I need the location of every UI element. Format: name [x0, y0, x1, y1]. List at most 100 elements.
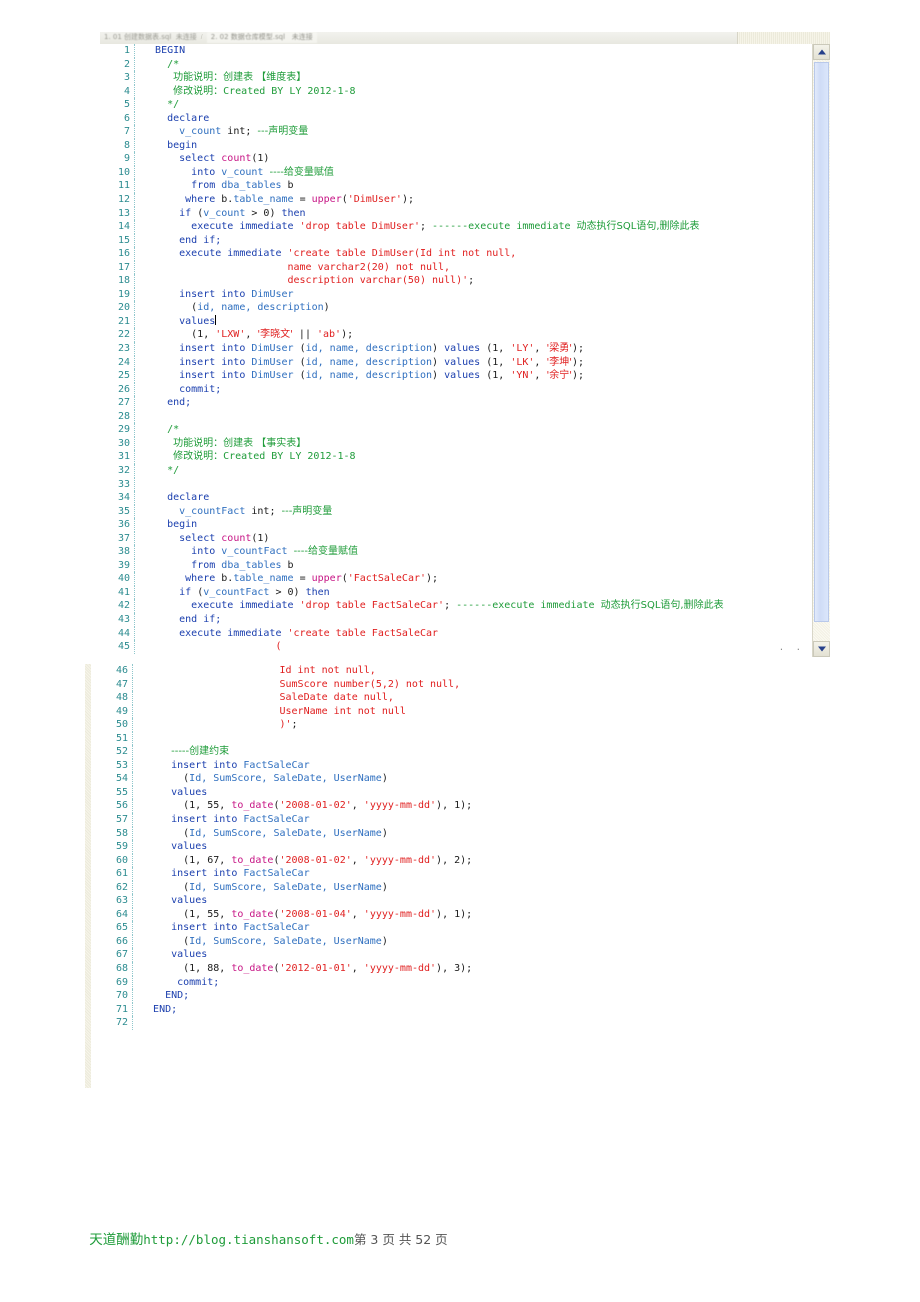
code-line[interactable]: 37 select count(1) — [100, 531, 812, 546]
code-line[interactable]: 57 insert into FactSaleCar — [94, 813, 472, 827]
code-line[interactable]: 34 declare — [100, 491, 812, 505]
code-line[interactable]: 50 )'; — [94, 718, 472, 732]
code-line[interactable]: 19 insert into DimUser — [100, 287, 812, 302]
code-line[interactable]: 3 功能说明：创建表 【维度表】 — [100, 71, 812, 85]
code-line[interactable]: 72 — [94, 1016, 472, 1030]
code-line[interactable]: 31 修改说明：Created BY LY 2012-1-8 — [100, 450, 812, 464]
code-line[interactable]: 44 execute immediate 'create table FactS… — [100, 626, 812, 641]
code-line[interactable]: 64 (1, 55, to_date('2008-01-04', 'yyyy-m… — [94, 907, 472, 922]
code-line[interactable]: 13 if (v_count > 0) then — [100, 206, 812, 221]
code-line[interactable]: 21 values — [100, 314, 812, 329]
line-number: 41 — [100, 585, 135, 600]
line-number: 22 — [100, 328, 135, 343]
code-line[interactable]: 40 where b.table_name = upper('FactSaleC… — [100, 572, 812, 586]
scrollbar-thumb[interactable] — [814, 62, 829, 622]
code-line[interactable]: 2 /* — [100, 57, 812, 72]
code-line[interactable]: 51 — [94, 731, 472, 746]
editor-tab-2[interactable]: 2. 02 数据仓库模型.sql 未连接 — [206, 32, 317, 43]
scroll-up-arrow-icon[interactable] — [813, 44, 830, 60]
editor-tab-1[interactable]: 1. 01 创建数据表.sql 未连接 — [100, 32, 201, 43]
code-line[interactable]: 58 (Id, SumScore, SaleDate, UserName) — [94, 826, 472, 841]
code-line[interactable]: 27 end; — [100, 396, 812, 410]
code-line[interactable]: 36 begin — [100, 518, 812, 532]
code-line[interactable]: 15 end if; — [100, 233, 812, 248]
code-line[interactable]: 25 insert into DimUser (id, name, descri… — [100, 369, 812, 383]
code-line[interactable]: 6 declare — [100, 111, 812, 126]
code-line[interactable]: 10 into v_count ----给变量赋值 — [100, 165, 812, 180]
code-line[interactable]: 18 description varchar(50) null)'; — [100, 274, 812, 288]
code-line[interactable]: 20 (id, name, description) — [100, 301, 812, 315]
code-line[interactable]: 11 from dba_tables b — [100, 179, 812, 194]
code-line[interactable]: 17 name varchar2(20) not null, — [100, 260, 812, 275]
code-line[interactable]: 5 */ — [100, 98, 812, 112]
code-line[interactable]: 33 — [100, 477, 812, 492]
code-token: , — [351, 963, 364, 975]
code-line[interactable]: 65 insert into FactSaleCar — [94, 921, 472, 935]
code-line[interactable]: 68 (1, 88, to_date('2012-01-01', 'yyyy-m… — [94, 962, 472, 976]
code-view-top[interactable]: 1 BEGIN 2 /* 3 功能说明：创建表 【维度表】 4 修改说明：Create… — [100, 44, 812, 657]
code-line[interactable]: 52 -----创建约束 — [94, 745, 472, 759]
code-line[interactable]: 12 where b.table_name = upper('DimUser')… — [100, 193, 812, 207]
code-line[interactable]: 38 into v_countFact ----给变量赋值 — [100, 545, 812, 559]
code-line[interactable]: 35 v_countFact int; ---声明变量 — [100, 504, 812, 519]
code-token: from — [191, 559, 216, 571]
code-line[interactable]: 16 execute immediate 'create table DimUs… — [100, 247, 812, 261]
scroll-down-arrow-icon[interactable] — [813, 641, 830, 657]
code-token: ---声明变量 — [281, 505, 333, 517]
code-line[interactable]: 46 Id int not null, — [94, 664, 472, 678]
code-line[interactable]: 4 修改说明：Created BY LY 2012-1-8 — [100, 84, 812, 99]
code-line[interactable]: 29 /* — [100, 423, 812, 437]
code-token: 功能说明：创建表 【事实表】 — [173, 437, 307, 449]
code-token: insert into — [171, 814, 238, 826]
code-line[interactable]: 56 (1, 55, to_date('2008-01-02', 'yyyy-m… — [94, 799, 472, 814]
code-line[interactable]: 7 v_count int; ---声明变量 — [100, 125, 812, 139]
code-line[interactable]: 47 SumScore number(5,2) not null, — [94, 677, 472, 692]
code-line[interactable]: 55 values — [94, 785, 472, 800]
code-line[interactable]: 1 BEGIN — [100, 44, 812, 58]
code-line[interactable]: 26 commit; — [100, 382, 812, 397]
tab-bar-scroll-strip[interactable] — [737, 32, 830, 44]
code-line[interactable]: 9 select count(1) — [100, 152, 812, 166]
code-token: id, name, description — [197, 302, 324, 314]
line-number: 27 — [100, 396, 135, 410]
code-line[interactable]: 53 insert into FactSaleCar — [94, 758, 472, 773]
code-line[interactable]: 32 */ — [100, 463, 812, 478]
code-line[interactable]: 67 values — [94, 948, 472, 963]
code-token: values — [179, 315, 216, 327]
code-line[interactable]: 43 end if; — [100, 612, 812, 627]
code-line[interactable]: 54 (Id, SumScore, SaleDate, UserName) — [94, 772, 472, 786]
code-line[interactable]: 63 values — [94, 894, 472, 908]
code-line[interactable]: 22 (1, 'LXW', '李晓文' || 'ab'); — [100, 328, 812, 343]
code-line[interactable]: 59 values — [94, 840, 472, 854]
code-line[interactable]: 23 insert into DimUser (id, name, descri… — [100, 342, 812, 356]
code-line[interactable]: 49 UserName int not null — [94, 704, 472, 719]
code-line[interactable]: 42 execute immediate 'drop table FactSal… — [100, 599, 812, 613]
code-line[interactable]: 28 — [100, 409, 812, 424]
code-line[interactable]: 30 功能说明：创建表 【事实表】 — [100, 436, 812, 451]
code-token: ); — [571, 343, 584, 355]
vertical-scrollbar[interactable] — [812, 44, 830, 657]
footer-url: http://blog.tianshansoft.com — [143, 1232, 354, 1247]
code-line[interactable]: 62 (Id, SumScore, SaleDate, UserName) — [94, 880, 472, 895]
code-line[interactable]: 8 begin — [100, 138, 812, 153]
code-line[interactable]: 66 (Id, SumScore, SaleDate, UserName) — [94, 934, 472, 949]
code-token: -----创建约束 — [171, 746, 230, 758]
code-line[interactable]: 45 ( — [100, 640, 812, 654]
code-line[interactable]: 69 commit; — [94, 975, 472, 990]
code-line[interactable]: 71 END; — [94, 1002, 472, 1017]
code-line[interactable]: 24 insert into DimUser (id, name, descri… — [100, 355, 812, 370]
code-token: values — [171, 949, 208, 961]
triangle-up-glyph — [817, 49, 826, 55]
code-line[interactable]: 41 if (v_countFact > 0) then — [100, 585, 812, 600]
code-token: (1) — [251, 532, 270, 544]
code-line[interactable]: 14 execute immediate 'drop table DimUser… — [100, 220, 812, 234]
code-token: = — [293, 573, 312, 585]
code-line[interactable]: 61 insert into FactSaleCar — [94, 867, 472, 881]
code-line[interactable]: 60 (1, 67, to_date('2008-01-02', 'yyyy-m… — [94, 853, 472, 868]
code-line[interactable]: 39 from dba_tables b — [100, 558, 812, 573]
code-line[interactable]: 70 END; — [94, 989, 472, 1003]
code-line[interactable]: 48 SaleDate date null, — [94, 691, 472, 705]
